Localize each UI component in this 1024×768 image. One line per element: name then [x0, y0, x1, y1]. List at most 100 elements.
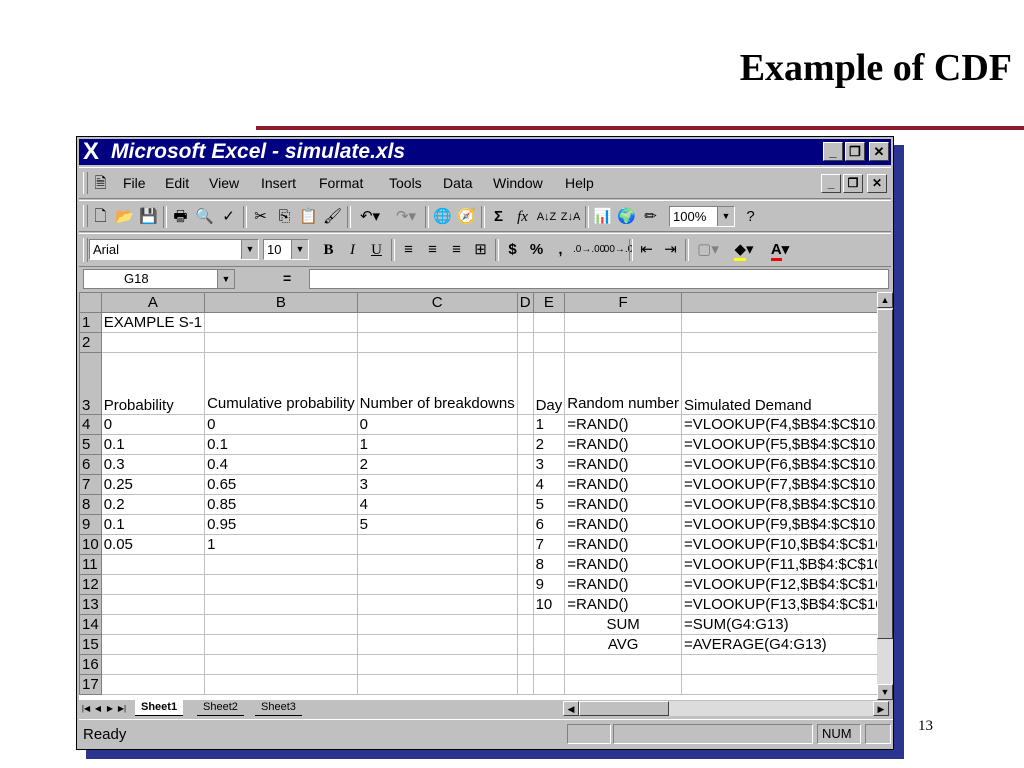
- cell-a6[interactable]: 0.3: [100, 454, 206, 475]
- cell-f5[interactable]: =RAND(): [564, 434, 682, 455]
- currency-icon[interactable]: $: [501, 238, 524, 262]
- worksheet-grid[interactable]: ABCDEFG1EXAMPLE S-123ProbabilityCumulati…: [79, 292, 877, 700]
- row-header[interactable]: 9: [79, 514, 102, 535]
- paste-icon[interactable]: 📋: [297, 205, 320, 229]
- row-header[interactable]: 16: [79, 654, 102, 675]
- cell-b14[interactable]: [204, 614, 358, 635]
- first-sheet-icon[interactable]: |◀: [81, 701, 91, 716]
- row-header[interactable]: 15: [79, 634, 102, 655]
- menu-tools[interactable]: Tools: [389, 175, 422, 191]
- cell-c7[interactable]: 3: [356, 474, 518, 495]
- zoom-select[interactable]: 100% ▼: [669, 206, 735, 227]
- office-assistant-icon[interactable]: ?: [739, 205, 762, 229]
- cell-a7[interactable]: 0.25: [100, 474, 206, 495]
- cell-f6[interactable]: =RAND(): [564, 454, 682, 475]
- row-header[interactable]: 5: [79, 434, 102, 455]
- cell-c16[interactable]: [356, 654, 518, 675]
- cell-g13[interactable]: =VLOOKUP(F13,$B$4:$C$10,2,1): [680, 594, 877, 615]
- cell-g8[interactable]: =VLOOKUP(F8,$B$4:$C$10,2,1): [680, 494, 877, 515]
- sort-descending-icon[interactable]: Z↓A: [559, 205, 582, 229]
- print-icon[interactable]: 🖶: [169, 205, 192, 229]
- cell-a3[interactable]: Probability: [100, 352, 206, 415]
- menu-edit[interactable]: Edit: [165, 175, 189, 191]
- cell-c3[interactable]: Number of breakdowns: [356, 352, 518, 415]
- cell-g17[interactable]: [680, 674, 877, 695]
- cell-d5[interactable]: [516, 434, 534, 455]
- comma-style-icon[interactable]: ,: [549, 238, 572, 262]
- tab-sheet3[interactable]: Sheet3: [255, 700, 302, 716]
- cell-f15[interactable]: AVG: [564, 634, 682, 655]
- cell-d2[interactable]: [516, 332, 534, 353]
- cell-e3[interactable]: Day: [532, 352, 566, 415]
- scroll-right-icon[interactable]: ▶: [873, 701, 889, 716]
- column-header-a[interactable]: A: [100, 292, 206, 313]
- cell-f12[interactable]: =RAND(): [564, 574, 682, 595]
- row-header[interactable]: 17: [79, 674, 102, 695]
- scroll-up-icon[interactable]: ▲: [877, 292, 893, 308]
- fill-color-icon[interactable]: ◆▾: [727, 238, 761, 262]
- align-center-icon[interactable]: ≡: [421, 238, 444, 262]
- italic-icon[interactable]: I: [341, 238, 364, 262]
- cell-e6[interactable]: 3: [532, 454, 566, 475]
- cell-a12[interactable]: [100, 574, 206, 595]
- new-icon[interactable]: 🗋: [89, 205, 112, 229]
- web-toolbar-icon[interactable]: 🧭: [455, 205, 478, 229]
- cell-e15[interactable]: [532, 634, 566, 655]
- cell-d15[interactable]: [516, 634, 534, 655]
- autosum-icon[interactable]: Σ: [487, 205, 510, 229]
- cell-e10[interactable]: 7: [532, 534, 566, 555]
- cell-e7[interactable]: 4: [532, 474, 566, 495]
- cell-d7[interactable]: [516, 474, 534, 495]
- cell-e9[interactable]: 6: [532, 514, 566, 535]
- cell-a15[interactable]: [100, 634, 206, 655]
- row-header[interactable]: 11: [79, 554, 102, 575]
- cell-b12[interactable]: [204, 574, 358, 595]
- chart-wizard-icon[interactable]: 📊: [591, 205, 614, 229]
- cut-icon[interactable]: ✂: [249, 205, 272, 229]
- cell-e11[interactable]: 8: [532, 554, 566, 575]
- cell-a5[interactable]: 0.1: [100, 434, 206, 455]
- cell-d6[interactable]: [516, 454, 534, 475]
- cell-a16[interactable]: [100, 654, 206, 675]
- cell-g1[interactable]: [680, 312, 877, 333]
- menu-file[interactable]: File: [123, 175, 146, 191]
- cell-c13[interactable]: [356, 594, 518, 615]
- cell-a8[interactable]: 0.2: [100, 494, 206, 515]
- cell-d3[interactable]: [516, 352, 534, 415]
- cell-c2[interactable]: [356, 332, 518, 353]
- cell-b7[interactable]: 0.65: [204, 474, 358, 495]
- chevron-down-icon[interactable]: ▼: [717, 207, 734, 226]
- print-preview-icon[interactable]: 🔍: [193, 205, 216, 229]
- hyperlink-icon[interactable]: 🌐: [431, 205, 454, 229]
- cell-a2[interactable]: [100, 332, 206, 353]
- select-all-corner[interactable]: [79, 292, 102, 313]
- column-header-c[interactable]: C: [356, 292, 518, 313]
- map-icon[interactable]: 🌍: [615, 205, 638, 229]
- cell-c1[interactable]: [356, 312, 518, 333]
- chevron-down-icon[interactable]: ▼: [217, 270, 234, 288]
- cell-a13[interactable]: [100, 594, 206, 615]
- scroll-left-icon[interactable]: ◀: [563, 701, 579, 716]
- cell-a4[interactable]: 0: [100, 414, 206, 435]
- doc-restore-button[interactable]: ❐: [843, 174, 863, 193]
- row-header[interactable]: 6: [79, 454, 102, 475]
- cell-c14[interactable]: [356, 614, 518, 635]
- column-header-g[interactable]: G: [680, 292, 877, 313]
- cell-c4[interactable]: 0: [356, 414, 518, 435]
- chevron-down-icon[interactable]: ▼: [291, 240, 308, 259]
- cell-a1[interactable]: EXAMPLE S-1: [100, 312, 206, 333]
- cell-c10[interactable]: [356, 534, 518, 555]
- doc-close-button[interactable]: ✕: [867, 174, 887, 193]
- cell-g16[interactable]: [680, 654, 877, 675]
- column-header-b[interactable]: B: [204, 292, 358, 313]
- cell-f17[interactable]: [564, 674, 682, 695]
- cell-g14[interactable]: =SUM(G4:G13): [680, 614, 877, 635]
- borders-icon[interactable]: ▢▾: [691, 238, 725, 262]
- cell-g3[interactable]: Simulated Demand: [680, 352, 877, 415]
- cell-b10[interactable]: 1: [204, 534, 358, 555]
- cell-g10[interactable]: =VLOOKUP(F10,$B$4:$C$10,2,1): [680, 534, 877, 555]
- cell-c11[interactable]: [356, 554, 518, 575]
- cell-f11[interactable]: =RAND(): [564, 554, 682, 575]
- column-header-f[interactable]: F: [564, 292, 682, 313]
- workbook-icon[interactable]: 🗎: [89, 172, 112, 196]
